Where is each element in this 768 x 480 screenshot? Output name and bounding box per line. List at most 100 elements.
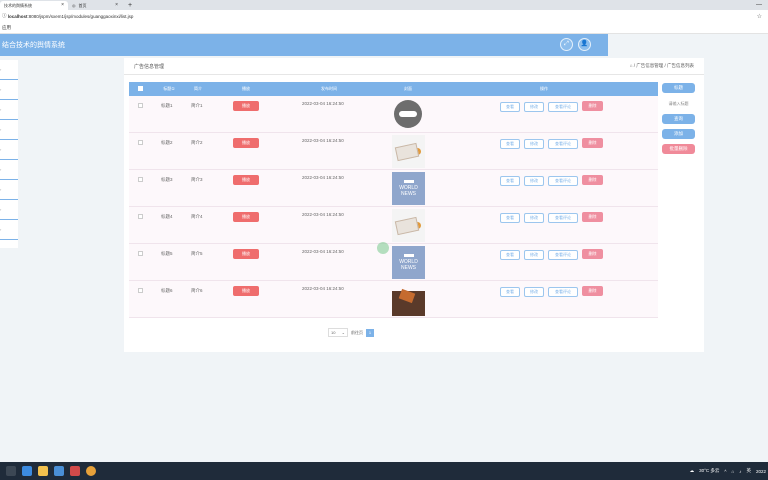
address-bar[interactable]: ⓘ localhost :8080/jspm/sxem1/jsp/modules… [0,10,768,22]
table-row: 标题3 简介3 播放 2022-03-04 16:24:50 WORLD NEWS 查看 修改… [129,170,658,207]
row-intro: 简介1 [191,103,203,108]
play-button[interactable]: 播放 [233,286,259,296]
windows-start-icon[interactable] [6,466,16,476]
sidebar-item[interactable]: › [0,80,18,100]
app-icon[interactable] [70,466,80,476]
table-row: 标题2 简介2 播放 2022-03-04 16:24:50 查看 修改 查看评论 删除 [129,133,658,170]
chrome-icon[interactable] [86,466,96,476]
chevron-up-icon[interactable]: ^ [724,469,726,474]
view-comments-button[interactable]: 查看评论 [548,287,578,297]
column-header-cover: 封面 [404,86,412,91]
page-size-select[interactable]: 10 ⌄ [328,328,348,337]
delete-button[interactable]: 删除 [582,212,603,222]
bookmark-star-icon[interactable]: ☆ [757,13,762,20]
sidebar: › › › › › › › › › [0,60,18,248]
view-button[interactable]: 查看 [500,213,520,223]
view-comments-button[interactable]: 查看评论 [548,176,578,186]
edit-button[interactable]: 修改 [524,213,544,223]
delete-button[interactable]: 删除 [582,175,603,185]
chevron-right-icon: › [0,207,2,212]
query-button[interactable]: 查询 [662,114,695,124]
view-comments-button[interactable]: 查看评论 [548,250,578,260]
view-comments-button[interactable]: 查看评论 [548,102,578,112]
browser-tab-home[interactable]: ◎ 首页 × [68,1,122,10]
column-header-title[interactable]: 标题① [157,82,181,96]
bookmark-apps[interactable]: 应用 [2,25,11,30]
edit-button[interactable]: 修改 [524,250,544,260]
search-input[interactable]: 请输入标题 [662,99,695,109]
input-language[interactable]: 英 [746,468,751,474]
cover-thumbnail[interactable]: WORLD NEWS [392,246,425,279]
network-icon[interactable]: ⌂ [732,469,735,474]
view-button[interactable]: 查看 [500,287,520,297]
sidebar-item[interactable]: › [0,200,18,220]
add-button[interactable]: 添加 [662,129,695,139]
breadcrumb[interactable]: ⌂ / 广告信息管理 / 广告信息列表 [630,63,694,69]
delete-button[interactable]: 删除 [582,286,603,296]
cover-thumbnail[interactable] [392,98,425,131]
row-title: 标题1 [161,103,173,108]
search-icon[interactable] [22,466,32,476]
edit-button[interactable]: 修改 [524,102,544,112]
view-button[interactable]: 查看 [500,102,520,112]
edit-button[interactable]: 修改 [524,139,544,149]
table-body: 标题1 简介1 播放 2022-03-04 16:24:50 查看 修改 查看评论 删除 标题2… [129,96,658,318]
sidebar-item[interactable]: › [0,60,18,80]
ide-icon[interactable] [54,466,64,476]
delete-button[interactable]: 删除 [582,138,603,148]
row-intro: 简介2 [191,140,203,145]
delete-button[interactable]: 删除 [582,101,603,111]
play-button[interactable]: 播放 [233,175,259,185]
column-header-intro: 简介 [194,86,202,91]
play-button[interactable]: 播放 [233,101,259,111]
delete-button[interactable]: 删除 [582,249,603,259]
cursor-highlight [377,242,389,254]
minimize-icon[interactable]: — [756,1,762,10]
cover-thumbnail[interactable] [392,135,425,168]
view-button[interactable]: 查看 [500,139,520,149]
browser-tab-active[interactable]: 技术的舆情系统 × [0,1,68,10]
close-tab-icon[interactable]: × [115,1,118,10]
play-button[interactable]: 播放 [233,138,259,148]
current-page[interactable]: 1 [366,328,374,337]
sidebar-item[interactable]: › [0,220,18,240]
cover-thumbnail[interactable] [392,283,425,316]
edit-button[interactable]: 修改 [524,287,544,297]
row-title: 标题6 [161,288,173,293]
play-button[interactable]: 播放 [233,249,259,259]
chevron-right-icon: › [0,127,2,132]
sidebar-item[interactable]: › [0,140,18,160]
sidebar-item[interactable]: › [0,160,18,180]
weather-text[interactable]: 30°C 多云 [699,468,719,474]
sidebar-item[interactable]: › [0,180,18,200]
view-comments-button[interactable]: 查看评论 [548,139,578,149]
batch-delete-button[interactable]: 批量删除 [662,144,695,154]
view-button[interactable]: 查看 [500,176,520,186]
sidebar-item[interactable]: › [0,120,18,140]
edit-button[interactable]: 修改 [524,176,544,186]
view-comments-button[interactable]: 查看评论 [548,213,578,223]
volume-icon[interactable]: ♪ [739,469,741,474]
row-checkbox[interactable] [138,214,143,219]
folder-icon[interactable] [38,466,48,476]
cover-thumbnail[interactable] [392,209,425,242]
user-icon[interactable]: 👤 [578,38,591,51]
row-checkbox[interactable] [138,288,143,293]
view-button[interactable]: 查看 [500,250,520,260]
row-checkbox[interactable] [138,103,143,108]
goto-label: 前往页 [351,329,363,335]
close-tab-icon[interactable]: × [61,1,64,10]
cover-thumbnail[interactable]: WORLD NEWS [392,172,425,205]
row-checkbox[interactable] [138,140,143,145]
sidebar-item[interactable]: › [0,100,18,120]
tab-label: 技术的舆情系统 [4,3,32,8]
select-all-checkbox[interactable] [138,86,143,91]
play-button[interactable]: 播放 [233,212,259,222]
table-row: 标题5 简介5 播放 2022-03-04 16:24:50 WORLD NEWS 查看 修改… [129,244,658,281]
chevron-right-icon: › [0,147,2,152]
fullscreen-icon[interactable]: ⤢ [560,38,573,51]
clock[interactable]: 2022 [756,469,766,474]
row-checkbox[interactable] [138,251,143,256]
new-tab-button[interactable]: + [122,1,138,10]
row-checkbox[interactable] [138,177,143,182]
